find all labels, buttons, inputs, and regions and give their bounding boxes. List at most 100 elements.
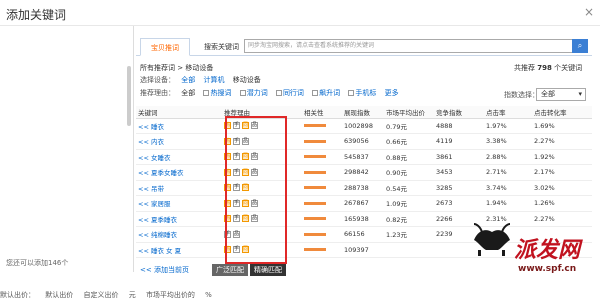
table-header: 关键词 推荐理由 相关性 展现指数 市场平均出价 竞争指数 点击率 点击转化率 bbox=[136, 106, 592, 119]
ctr-cell: 1.94% bbox=[484, 195, 532, 212]
col-keyword[interactable]: 关键词 bbox=[136, 106, 222, 119]
dialog-title: 添加关键词 bbox=[6, 8, 67, 22]
search-input[interactable]: 同步淘宝网搜索，请点击查看系统推荐的关键词 bbox=[244, 39, 574, 53]
relevance-cell bbox=[302, 149, 342, 165]
col-competition[interactable]: 竞争指数 bbox=[434, 106, 484, 119]
reason-option-potential[interactable]: 潜力词 bbox=[247, 89, 268, 97]
broad-match-button[interactable]: 广泛匹配 bbox=[212, 264, 248, 276]
checkbox-hot[interactable] bbox=[203, 90, 210, 96]
add-page-link[interactable]: << 添加当前页 bbox=[140, 265, 189, 275]
ctr-cell: 3.74% bbox=[484, 180, 532, 196]
competition-cell: 3285 bbox=[434, 180, 484, 196]
relevance-cell bbox=[302, 226, 342, 243]
impressions-cell: 639056 bbox=[342, 133, 384, 150]
reason-option-all[interactable]: 全部 bbox=[181, 89, 195, 97]
left-scrollbar[interactable] bbox=[127, 66, 131, 126]
keyword-cell[interactable]: << 女睡衣 bbox=[136, 149, 222, 165]
keyword-cell[interactable]: << 夏季女睡衣 bbox=[136, 164, 222, 181]
checkbox-rising[interactable] bbox=[312, 90, 319, 96]
sort-label: 指数选择： bbox=[504, 91, 539, 99]
impressions-cell: 545837 bbox=[342, 149, 384, 165]
competition-cell: 2673 bbox=[434, 195, 484, 212]
ctr-cell: 2.71% bbox=[484, 164, 532, 181]
relevance-bar bbox=[304, 217, 326, 221]
avg-bid-cell: 0.90元 bbox=[384, 164, 434, 181]
footer-unit: 元 bbox=[128, 291, 136, 299]
table-row: << 女睡衣热手同品 545837 0.88元 3861 2.88% 1.92% bbox=[136, 149, 592, 165]
avg-bid-cell: 1.09元 bbox=[384, 195, 434, 212]
impressions-cell: 165938 bbox=[342, 211, 384, 227]
footer-custom-bid[interactable]: 自定义出价 bbox=[83, 291, 118, 299]
col-ctr[interactable]: 点击率 bbox=[484, 106, 532, 119]
cvr-cell: 1.69% bbox=[532, 118, 592, 134]
device-filter: 选择设备： 全部 计算机 移动设备 bbox=[140, 75, 267, 85]
impressions-cell: 288738 bbox=[342, 180, 384, 196]
avg-bid-cell: 0.82元 bbox=[384, 211, 434, 227]
footer-market-bid[interactable]: 市场平均出价的 bbox=[146, 291, 195, 299]
keyword-cell[interactable]: << 内衣 bbox=[136, 133, 222, 150]
watermark-logo: 派发网 www.spf.cn bbox=[468, 212, 600, 300]
table-row: << 睡衣热手同品 1002898 0.79元 4888 1.97% 1.69% bbox=[136, 118, 592, 134]
cvr-cell: 2.27% bbox=[532, 133, 592, 150]
cvr-cell: 2.17% bbox=[532, 164, 592, 181]
col-impressions[interactable]: 展现指数 bbox=[342, 106, 384, 119]
footer-default-bid[interactable]: 默认出价 bbox=[45, 291, 73, 299]
close-icon[interactable]: × bbox=[584, 5, 594, 19]
impressions-cell: 109397 bbox=[342, 242, 384, 258]
dialog-titlebar: 添加关键词 × bbox=[0, 0, 600, 26]
watermark-url: www.spf.cn bbox=[518, 264, 577, 274]
ctr-cell: 1.97% bbox=[484, 118, 532, 134]
table-row: << 夏季女睡衣热手同品 298842 0.90元 3453 2.71% 2.17% bbox=[136, 164, 592, 181]
reason-more[interactable]: 更多 bbox=[385, 89, 399, 97]
breadcrumb-current: 移动设备 bbox=[185, 64, 214, 72]
device-option-pc[interactable]: 计算机 bbox=[203, 76, 224, 84]
impressions-cell: 1002898 bbox=[342, 118, 384, 134]
device-option-all[interactable]: 全部 bbox=[181, 76, 195, 84]
col-relevance[interactable]: 相关性 bbox=[302, 106, 342, 119]
tab-item-keywords[interactable]: 宝贝推词 bbox=[140, 38, 190, 56]
reason-option-rising[interactable]: 飙升词 bbox=[319, 89, 340, 97]
recommend-prefix: 共推荐 bbox=[514, 64, 535, 72]
breadcrumb-sep: > bbox=[177, 64, 184, 72]
checkbox-mobile[interactable] bbox=[348, 90, 355, 96]
keyword-cell[interactable]: << 纯棉睡衣 bbox=[136, 226, 222, 243]
reason-option-hot[interactable]: 热搜词 bbox=[210, 89, 231, 97]
breadcrumb-root[interactable]: 所有推荐词 bbox=[140, 64, 175, 72]
cvr-cell: 1.26% bbox=[532, 195, 592, 212]
avg-bid-cell: 0.54元 bbox=[384, 180, 434, 196]
device-option-mobile[interactable]: 移动设备 bbox=[233, 76, 261, 84]
table-row: << 吊带热手同 288738 0.54元 3285 3.74% 3.02% bbox=[136, 180, 592, 196]
footer-percent: % bbox=[205, 291, 212, 299]
table-row: << 家居服热手同品 267867 1.09元 2673 1.94% 1.26% bbox=[136, 195, 592, 212]
keyword-cell[interactable]: << 睡衣 女 夏 bbox=[136, 242, 222, 258]
keyword-cell[interactable]: << 吊带 bbox=[136, 180, 222, 196]
relevance-bar bbox=[304, 139, 326, 143]
col-avg-bid[interactable]: 市场平均出价 bbox=[384, 106, 434, 119]
relevance-cell bbox=[302, 195, 342, 212]
relevance-cell bbox=[302, 118, 342, 134]
search-button[interactable]: ⌕ bbox=[572, 39, 588, 53]
competition-cell: 3861 bbox=[434, 149, 484, 165]
cvr-cell: 1.92% bbox=[532, 149, 592, 165]
checkbox-potential[interactable] bbox=[239, 90, 246, 96]
reason-option-mobile[interactable]: 手机标 bbox=[355, 89, 376, 97]
reason-option-peer[interactable]: 同行词 bbox=[283, 89, 304, 97]
sort-select[interactable]: 全部 ▾ bbox=[536, 88, 586, 101]
keyword-cell[interactable]: << 家居服 bbox=[136, 195, 222, 212]
tab-search-keywords[interactable]: 搜索关键词 bbox=[194, 38, 249, 56]
keyword-cell[interactable]: << 睡衣 bbox=[136, 118, 222, 134]
remaining-count: 您还可以添加146个 bbox=[6, 259, 69, 267]
keyword-cell[interactable]: << 夏季睡衣 bbox=[136, 211, 222, 227]
exact-match-button[interactable]: 精确匹配 bbox=[250, 264, 286, 276]
relevance-cell bbox=[302, 164, 342, 181]
reason-label: 推荐理由： bbox=[140, 89, 175, 97]
watermark-name: 派发网 bbox=[514, 237, 581, 263]
tab-bar: 宝贝推词 搜索关键词 同步淘宝网搜索，请点击查看系统推荐的关键词 ⌕ bbox=[136, 36, 592, 56]
checkbox-peer[interactable] bbox=[275, 90, 282, 96]
relevance-bar bbox=[304, 232, 326, 236]
relevance-bar bbox=[304, 155, 326, 159]
col-cvr[interactable]: 点击转化率 bbox=[532, 106, 592, 119]
relevance-bar bbox=[304, 248, 326, 252]
table-row: << 内衣热手品 639056 0.66元 4119 3.38% 2.27% bbox=[136, 133, 592, 150]
relevance-bar bbox=[304, 201, 326, 205]
